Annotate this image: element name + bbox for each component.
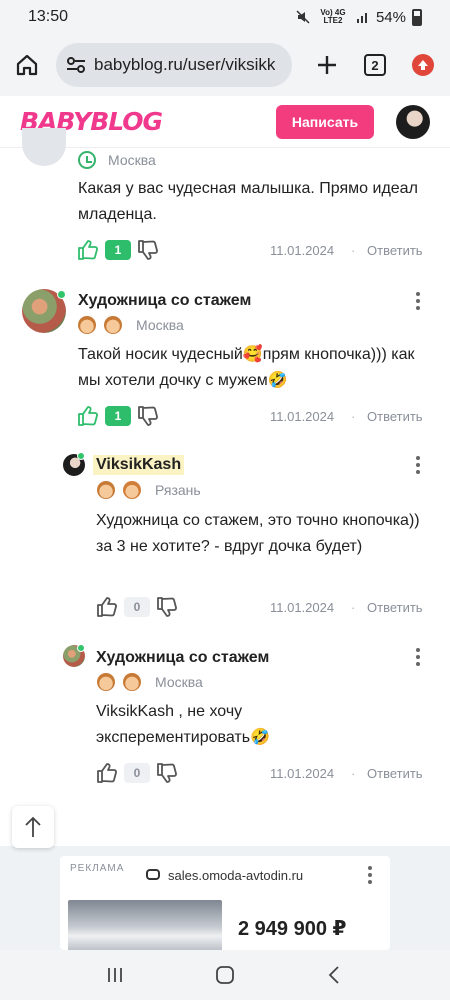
comment-location: Москва [155, 674, 203, 690]
car-icon [146, 869, 160, 880]
reply-link[interactable]: Ответить [367, 600, 423, 615]
ad-card[interactable]: РЕКЛАМА sales.omoda-avtodin.ru 2 949 900… [60, 856, 390, 950]
reply-link[interactable]: Ответить [367, 766, 423, 781]
comment-author[interactable]: Художница со стажем [96, 649, 269, 667]
address-bar[interactable]: babyblog.ru/user/viksikk [56, 43, 292, 87]
comment-date: 11.01.2024 [270, 600, 335, 615]
comment-text: ViksikKash , не хочу эксперементировать🤣 [96, 703, 270, 746]
child-boy-icon [97, 481, 115, 499]
comment-text: Такой носик чудесный🥰прям кнопочка))) ка… [78, 346, 415, 389]
user-avatar[interactable] [396, 104, 430, 139]
clock-icon [78, 151, 96, 169]
online-indicator [77, 452, 85, 460]
like-count: 1 [105, 406, 131, 426]
comment-meta: Рязань [97, 481, 201, 499]
thumb-up-icon[interactable] [96, 762, 118, 784]
child-boy-icon [123, 673, 141, 691]
ad-car-image[interactable] [68, 900, 222, 950]
comment-votes: 1 [77, 239, 159, 261]
like-count: 0 [124, 763, 150, 783]
comment-location: Москва [136, 317, 184, 333]
tabs-icon[interactable]: 2 [358, 48, 392, 82]
ad-label: РЕКЛАМА [70, 863, 125, 874]
url-text: babyblog.ru/user/viksikk [94, 55, 276, 74]
status-bar: 13:50 Vo) 4G LTE2 54% [0, 0, 450, 34]
comment-text: Какая у вас чудесная малышка. Прямо идеа… [78, 180, 418, 223]
comment-meta: Москва [97, 673, 203, 691]
tab-count: 2 [364, 54, 386, 76]
thumb-down-icon[interactable] [137, 405, 159, 427]
browser-toolbar: babyblog.ru/user/viksikk 2 [0, 34, 450, 96]
write-button[interactable]: Написать [276, 104, 374, 139]
site-header: BABYBLOG Написать [0, 96, 450, 148]
comment-date: 11.01.2024 [270, 409, 335, 424]
more-icon[interactable] [367, 866, 373, 884]
comment-location: Рязань [155, 482, 201, 498]
child-boy-icon [104, 316, 122, 334]
more-icon[interactable] [415, 456, 421, 474]
add-tab-icon[interactable] [310, 48, 344, 82]
comment-date: 11.01.2024 [270, 243, 335, 258]
ad-domain[interactable]: sales.omoda-avtodin.ru [168, 868, 303, 883]
home-nav-icon[interactable] [215, 965, 235, 985]
comment-date: 11.01.2024 [270, 766, 335, 781]
comment-votes: 1 [77, 405, 159, 427]
comment-text: Художница со стажем, это точно кнопочка)… [96, 512, 420, 555]
comment-meta: Москва [78, 316, 184, 334]
reply-link[interactable]: Ответить [367, 243, 423, 258]
child-boy-icon [97, 673, 115, 691]
separator-dot: · [351, 409, 356, 424]
ad-price: 2 949 900 ₽ [238, 918, 347, 940]
site-settings-icon[interactable] [66, 56, 86, 74]
arrow-up-icon [25, 816, 41, 837]
child-girl-icon [123, 481, 141, 499]
network-label: Vo) 4G LTE2 [320, 8, 346, 25]
reply-link[interactable]: Ответить [367, 409, 423, 424]
comment-author[interactable]: ViksikKash [93, 455, 185, 475]
status-time: 13:50 [28, 8, 69, 25]
recents-icon[interactable] [105, 965, 125, 985]
comment-votes: 0 [96, 762, 178, 784]
scroll-top-button[interactable] [12, 806, 54, 848]
comment-meta: Москва [78, 151, 156, 169]
comment-author[interactable]: Художница со стажем [78, 292, 251, 310]
online-indicator [77, 644, 85, 652]
thumb-up-icon[interactable] [77, 405, 99, 427]
system-nav-bar [0, 950, 450, 1000]
thumb-down-icon[interactable] [137, 239, 159, 261]
signal-icon [356, 13, 367, 23]
mute-icon [296, 10, 310, 24]
thumb-down-icon[interactable] [156, 596, 178, 618]
separator-dot: · [351, 243, 356, 258]
thumb-up-icon[interactable] [77, 239, 99, 261]
battery-icon [412, 8, 422, 26]
like-count: 0 [124, 597, 150, 617]
home-icon[interactable] [10, 48, 44, 82]
online-indicator [57, 290, 66, 299]
separator-dot: · [351, 766, 356, 781]
child-boy-icon [78, 316, 96, 334]
status-icons: Vo) 4G LTE2 54% [296, 8, 422, 26]
update-icon[interactable] [406, 48, 440, 82]
comment-avatar[interactable] [22, 128, 66, 166]
like-count: 1 [105, 240, 131, 260]
back-icon[interactable] [325, 965, 345, 985]
comment-location: Москва [108, 152, 156, 168]
thumb-up-icon[interactable] [96, 596, 118, 618]
comment-votes: 0 [96, 596, 178, 618]
more-icon[interactable] [415, 292, 421, 310]
more-icon[interactable] [415, 648, 421, 666]
thumb-down-icon[interactable] [156, 762, 178, 784]
separator-dot: · [351, 600, 356, 615]
battery-percent: 54% [375, 8, 406, 26]
